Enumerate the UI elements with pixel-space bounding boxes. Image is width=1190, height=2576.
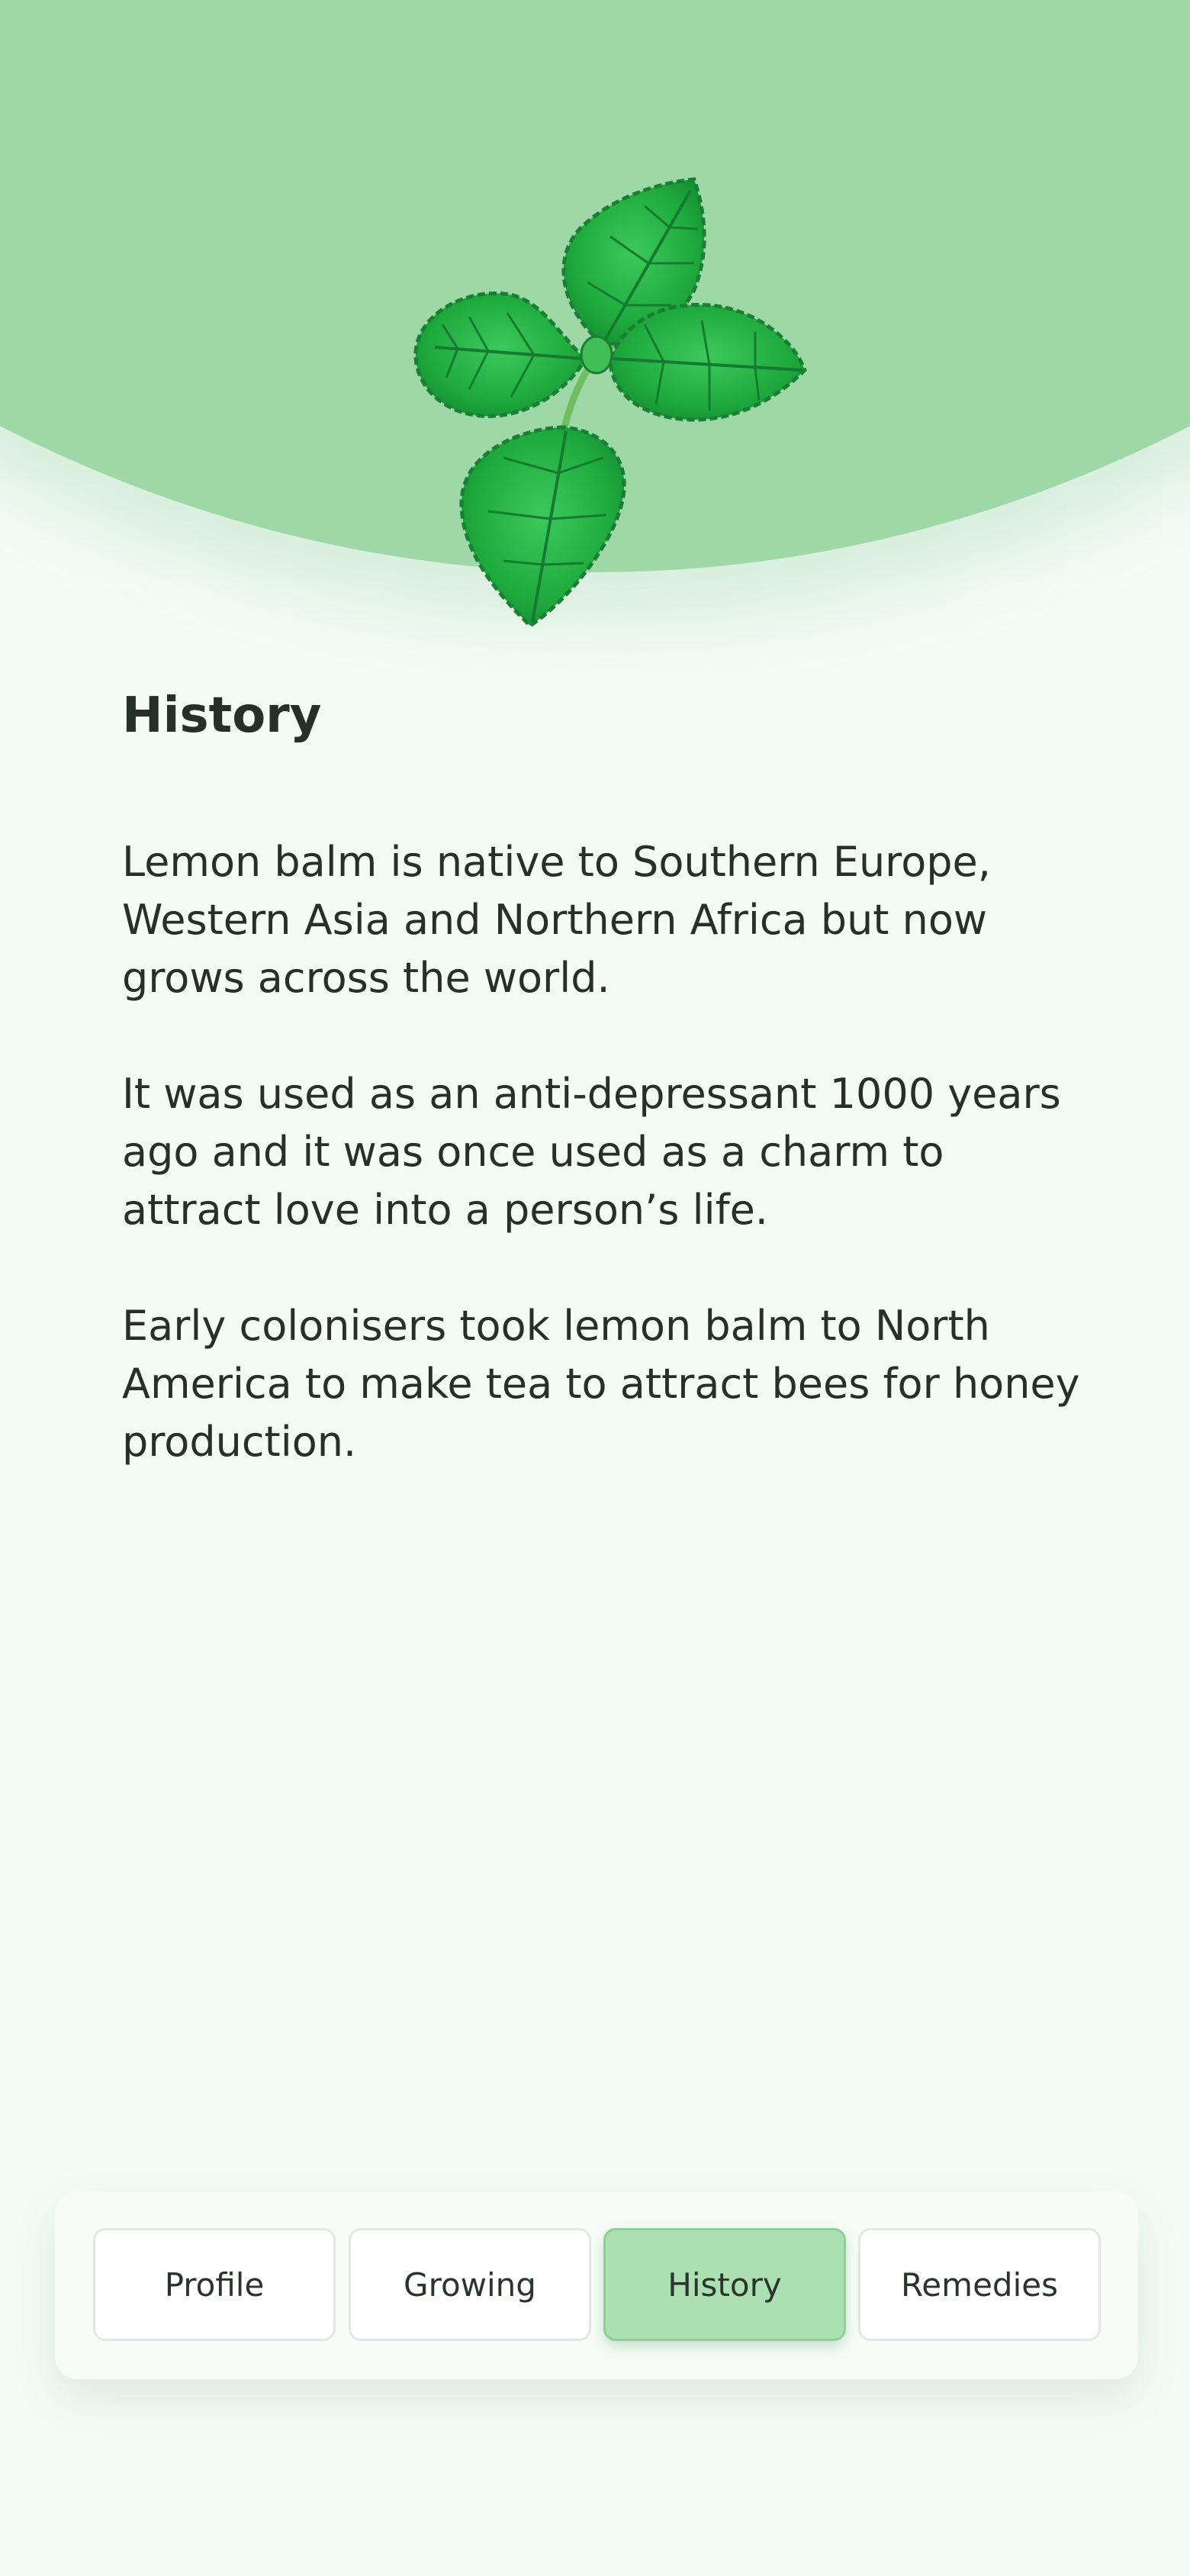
tab-growing[interactable]: Growing (349, 2228, 591, 2341)
leaf-left (413, 291, 589, 418)
header-banner (0, 0, 1190, 671)
history-paragraph: It was used as an anti-depressant 1000 y… (122, 1070, 1061, 1234)
history-section: History Lemon balm is native to Southern… (122, 687, 1083, 1466)
history-paragraph: Early colonisers took lemon balm to Nort… (122, 1302, 1080, 1466)
section-title: History (122, 687, 322, 744)
bottom-tab-bar: Profile Growing History Remedies (55, 2191, 1138, 2379)
history-paragraph: Lemon balm is native to Southern Europe,… (122, 838, 991, 1002)
leaf-bottom (459, 425, 626, 629)
leaf-right (608, 302, 807, 422)
tab-remedies[interactable]: Remedies (858, 2228, 1101, 2341)
lemon-balm-leaves-icon (413, 177, 807, 629)
tab-profile[interactable]: Profile (93, 2228, 336, 2341)
tab-history[interactable]: History (603, 2228, 846, 2341)
